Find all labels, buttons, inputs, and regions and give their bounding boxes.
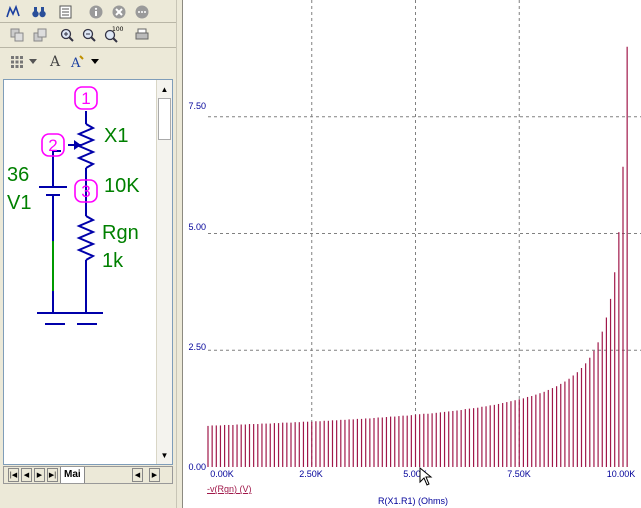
y-tick-label: 5.00 [188,222,206,232]
y-tick-label: 2.50 [188,342,206,352]
x-tick-label: 10.00K [606,469,636,479]
y-tick-label: 0.00 [188,462,206,472]
series-legend-label[interactable]: -v(Rgn) (V) [207,484,252,494]
chart-canvas [207,0,641,467]
x-tick-label: 2.50K [299,469,323,479]
x-tick-label: 0.00K [210,469,234,479]
mouse-cursor-icon [419,467,433,486]
x-tick-label: 7.50K [507,469,531,479]
y-tick-label: 7.50 [188,101,206,111]
x-axis-title: R(X1.R1) (Ohms) [378,496,449,506]
